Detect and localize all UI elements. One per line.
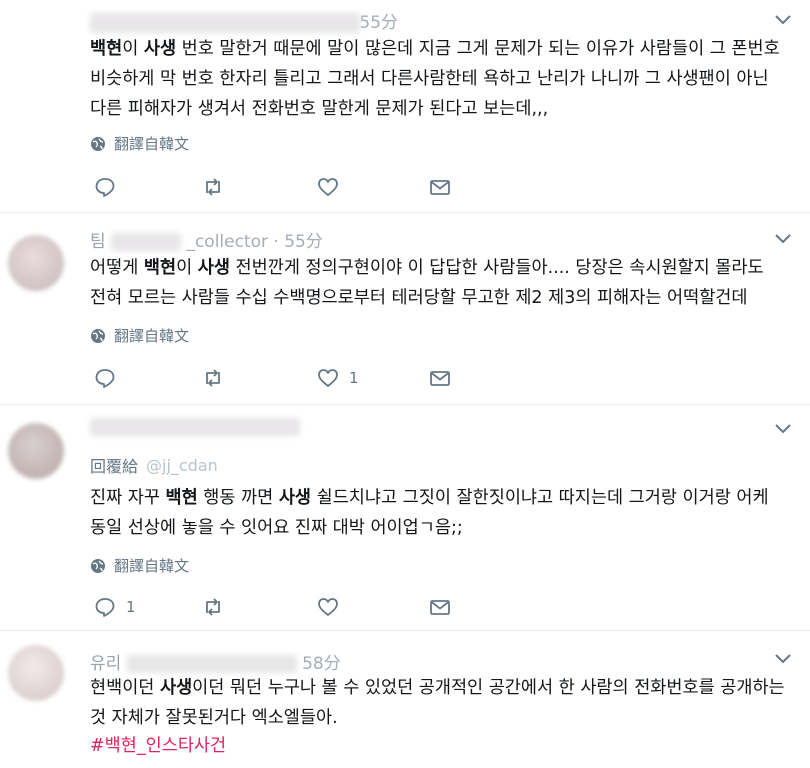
reply-button[interactable] <box>94 174 116 200</box>
mention-link[interactable]: @jj_cdan <box>146 456 218 475</box>
chevron-down-icon[interactable] <box>774 14 792 26</box>
tweet-3[interactable]: 回覆給 @jj_cdan 진짜 자꾸 백현 행동 까면 사생 쉴드치냐고 그짓이… <box>0 405 810 631</box>
tweet-4-time: 58分 <box>302 654 341 674</box>
envelope-icon <box>430 371 450 386</box>
tweet-1-text: 백현이 사생 번호 말한거 때문에 말이 많은데 지금 그게 문제가 되는 이유… <box>90 39 780 119</box>
reply-icon <box>95 178 115 197</box>
retweet-button[interactable] <box>202 594 224 620</box>
tweet-2-time: · 55分 <box>273 232 323 252</box>
dm-button[interactable] <box>429 365 451 391</box>
display-name[interactable]: 유리 <box>90 654 121 674</box>
dm-button[interactable] <box>429 174 451 200</box>
retweet-button[interactable] <box>202 174 224 200</box>
retweet-icon <box>206 369 220 387</box>
tweet-2-text: 어떻게 백현이 사생 전번깐게 정의구현이야 이 답답한 사람들아.... 당장… <box>90 258 764 308</box>
reply-button[interactable]: 1 <box>94 594 136 620</box>
translate-link[interactable]: 翻譯自韓文 <box>90 325 189 346</box>
translate-link[interactable]: 翻譯自韓文 <box>90 555 189 576</box>
chevron-down-icon[interactable] <box>774 653 792 665</box>
globe-icon <box>91 558 105 573</box>
globe-icon <box>91 136 105 151</box>
tweet-4[interactable]: 유리 58分 현백이던 사생이던 뭐던 누구나 볼 수 있었던 공개적인 공간에… <box>0 631 810 768</box>
hashtag-link[interactable]: #백현_인스타사건 <box>90 736 226 756</box>
avatar[interactable] <box>8 235 64 291</box>
display-name[interactable]: 팀 <box>90 232 106 252</box>
tweet-2-header: 팀 _collector · 55分 <box>90 227 323 253</box>
avatar[interactable] <box>8 645 64 701</box>
tweet-3-header <box>90 417 300 443</box>
tweet-4-header: 유리 58分 <box>90 649 341 675</box>
like-count: 1 <box>349 369 359 387</box>
retweet-button[interactable] <box>202 365 224 391</box>
tweet-4-text: 현백이던 사생이던 뭐던 누구나 볼 수 있었던 공개적인 공간에서 한 사람의… <box>90 678 785 728</box>
heart-icon <box>318 178 338 197</box>
reply-count: 1 <box>126 598 136 616</box>
like-button[interactable]: 1 <box>317 365 359 391</box>
tweet-1[interactable]: 55分 백현이 사생 번호 말한거 때문에 말이 많은데 지금 그게 문제가 되… <box>0 0 810 213</box>
tweet-2-actions: 1 <box>94 365 464 391</box>
tweet-2[interactable]: 팀 _collector · 55分 어떻게 백현이 사생 전번깐게 정의구현이… <box>0 213 810 405</box>
handle[interactable]: _collector <box>186 232 268 252</box>
avatar[interactable] <box>8 423 64 479</box>
tweet-1-time: 55分 <box>359 13 399 33</box>
envelope-icon <box>430 180 450 195</box>
chevron-down-icon[interactable] <box>774 233 792 245</box>
reply-icon <box>95 369 115 388</box>
like-button[interactable] <box>317 594 339 620</box>
chevron-down-icon[interactable] <box>774 423 792 435</box>
tweet-1-actions <box>94 174 464 200</box>
tweet-1-header: 55分 <box>90 8 398 34</box>
retweet-icon <box>206 598 220 616</box>
reply-icon <box>95 598 115 617</box>
globe-icon <box>91 328 105 343</box>
tweet-3-text: 진짜 자꾸 백현 행동 까면 사생 쉴드치냐고 그짓이 잘한짓이냐고 따지는데 … <box>90 488 769 538</box>
reply-button[interactable] <box>94 365 116 391</box>
retweet-icon <box>206 178 220 196</box>
hashtag-line: #백현_인스타사건 <box>90 731 795 761</box>
dm-button[interactable] <box>429 594 451 620</box>
like-button[interactable] <box>317 174 339 200</box>
heart-icon <box>318 369 338 388</box>
envelope-icon <box>430 600 450 615</box>
tweet-3-actions: 1 <box>94 594 464 620</box>
translate-link[interactable]: 翻譯自韓文 <box>90 133 189 154</box>
reply-to: 回覆給 @jj_cdan <box>90 455 218 477</box>
heart-icon <box>318 598 338 617</box>
